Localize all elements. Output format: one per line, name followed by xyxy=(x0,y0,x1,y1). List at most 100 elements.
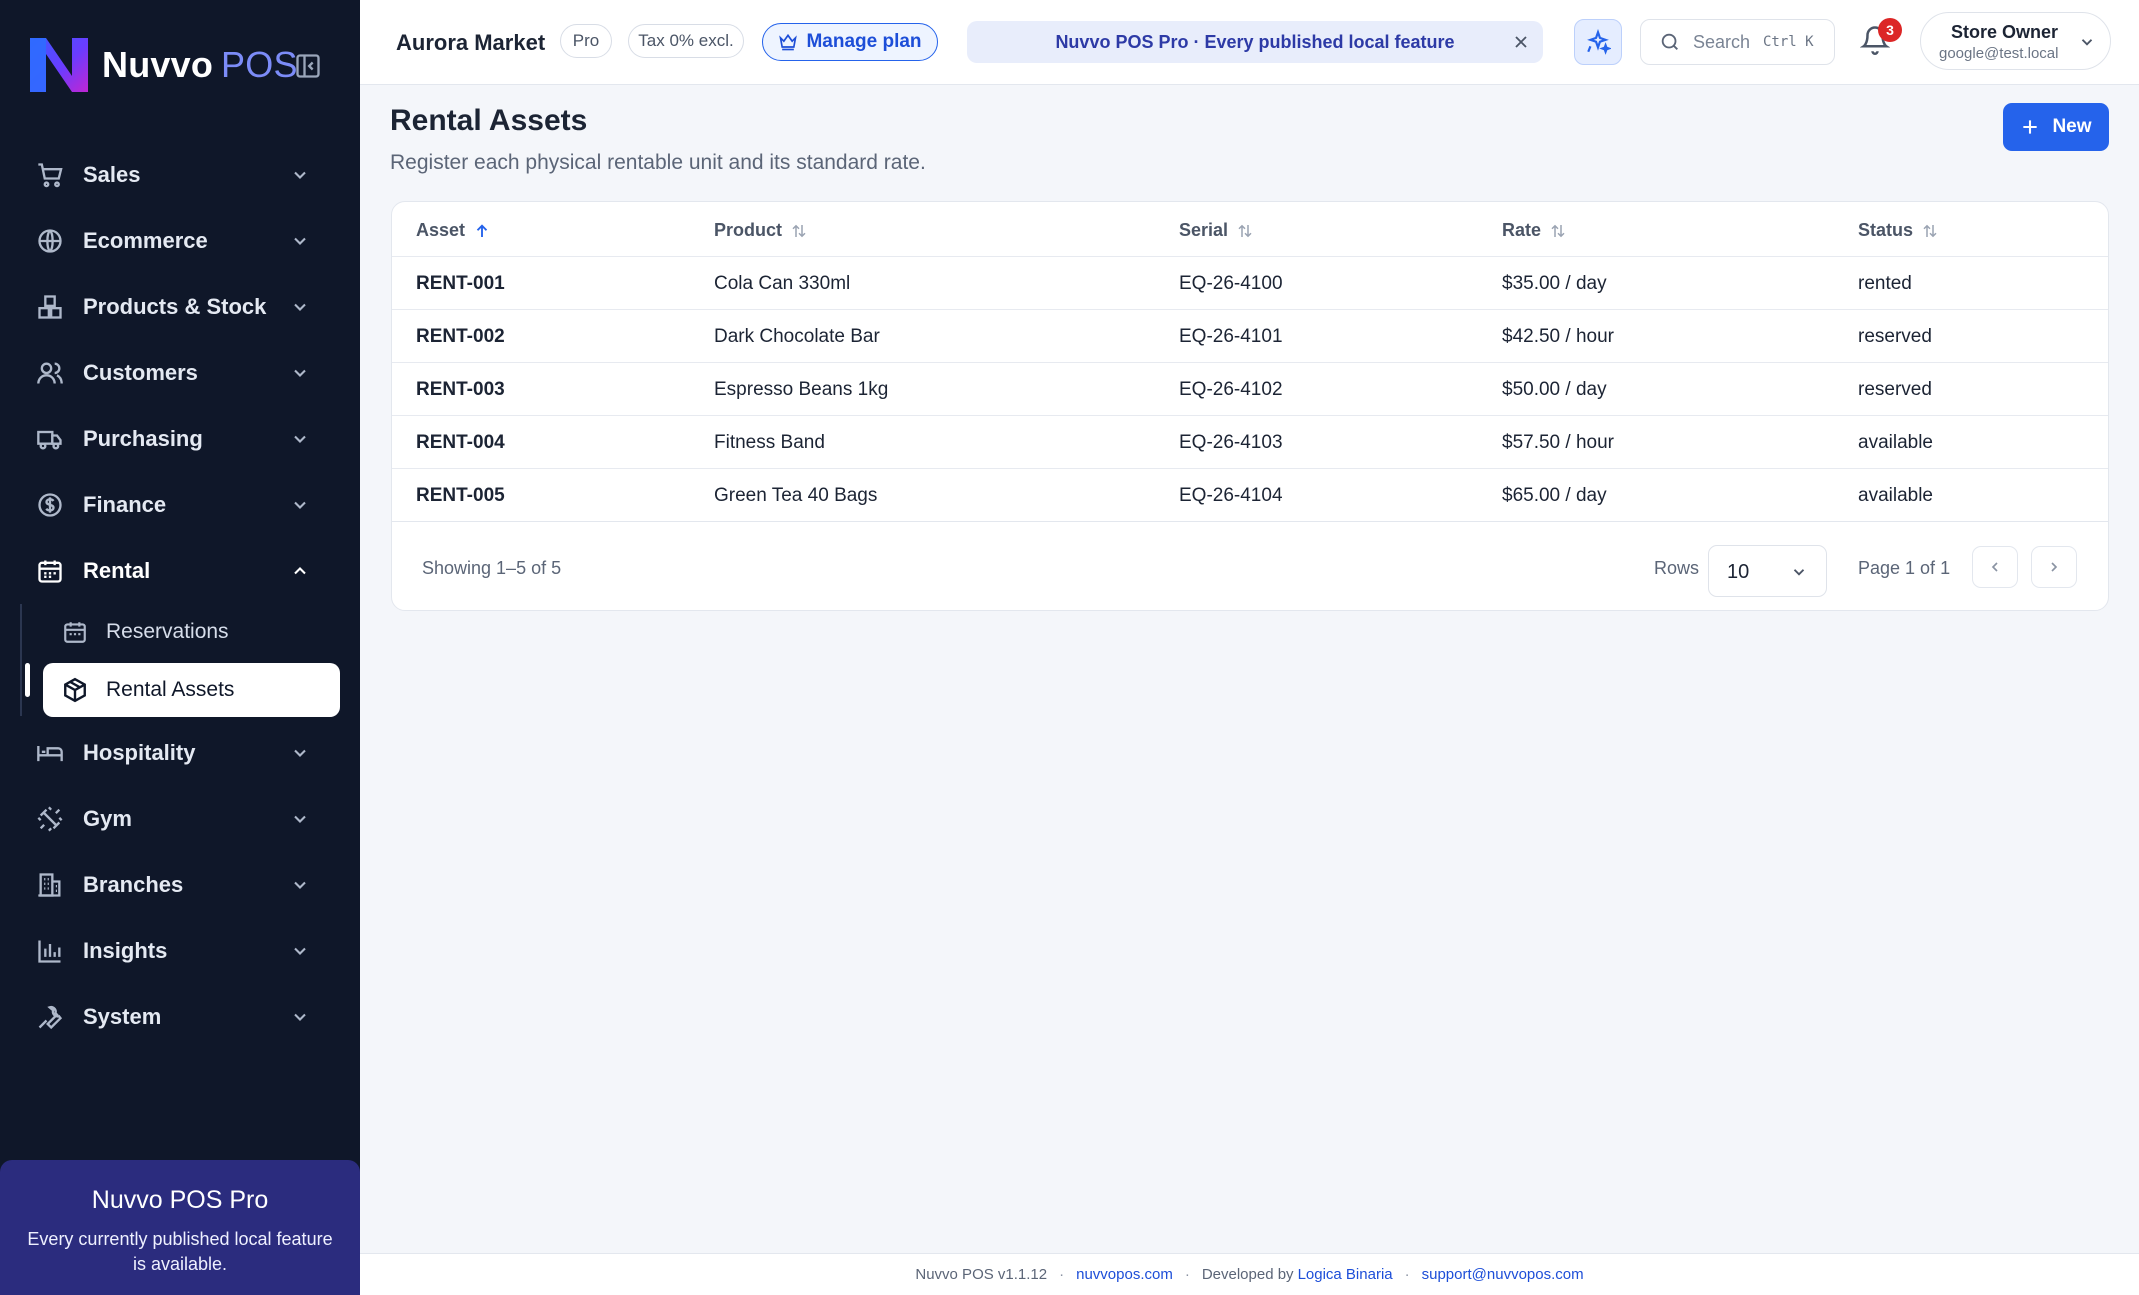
footer-separator: · xyxy=(1184,1266,1190,1283)
sort-icon xyxy=(1551,224,1565,237)
sort-icon xyxy=(792,224,806,237)
column-header-product[interactable]: Product xyxy=(714,220,808,241)
website-link[interactable]: nuvvopos.com xyxy=(1076,1266,1173,1283)
brand-logo[interactable]: Nuvvo POS xyxy=(26,30,298,100)
sidebar-item-gym[interactable]: Gym xyxy=(20,786,340,852)
table-pagination: Showing 1–5 of 5 Rows 10 Page 1 of 1 xyxy=(392,522,2108,612)
truck-icon xyxy=(37,430,62,450)
chevron-down-icon xyxy=(294,947,306,955)
column-header-asset[interactable]: Asset xyxy=(416,220,491,241)
chevron-down-icon xyxy=(294,1013,306,1021)
rows-per-page-value: 10 xyxy=(1727,561,1750,583)
store-name[interactable]: Aurora Market xyxy=(396,30,545,56)
crown-icon xyxy=(779,33,798,51)
chevron-down-icon xyxy=(2081,39,2093,46)
sidebar: Nuvvo POS Sales Ecommerce Products & Stoc… xyxy=(0,0,360,1295)
brand-name: Nuvvo POS xyxy=(102,44,298,85)
sidebar-item-ecommerce[interactable]: Ecommerce xyxy=(20,208,340,274)
user-email: google@test.local xyxy=(1939,45,2059,62)
chevron-down-icon xyxy=(294,881,306,889)
top-bar: Aurora Market Pro Tax 0% excl. Manage pl… xyxy=(360,0,2139,85)
dollar-circle-icon xyxy=(38,493,62,517)
ai-assistant-button[interactable] xyxy=(1574,19,1622,65)
promo-text: Every currently published local feature … xyxy=(27,1229,333,1274)
cell-asset: RENT-004 xyxy=(416,432,505,453)
cell-serial: EQ-26-4103 xyxy=(1179,432,1283,453)
cell-serial: EQ-26-4104 xyxy=(1179,485,1283,506)
package-icon xyxy=(64,677,86,703)
table-row[interactable]: RENT-005 Green Tea 40 Bags EQ-26-4104 $6… xyxy=(392,469,2108,522)
support-email-link[interactable]: support@nuvvopos.com xyxy=(1422,1266,1584,1283)
calendar-icon xyxy=(38,560,62,583)
developer-prefix: Developed by xyxy=(1201,1266,1294,1283)
table-body: RENT-001 Cola Can 330ml EQ-26-4100 $35.0… xyxy=(392,257,2108,522)
table-row[interactable]: RENT-001 Cola Can 330ml EQ-26-4100 $35.0… xyxy=(392,257,2108,310)
announcement-banner: Nuvvo POS Pro · Every published local fe… xyxy=(967,21,1543,63)
cell-asset: RENT-005 xyxy=(416,485,505,506)
sparkles-icon xyxy=(1587,29,1611,55)
table-row[interactable]: RENT-003 Espresso Beans 1kg EQ-26-4102 $… xyxy=(392,363,2108,416)
next-page-button[interactable] xyxy=(2031,546,2077,588)
sidebar-item-rental-assets[interactable]: Rental Assets xyxy=(43,663,340,717)
column-header-status[interactable]: Status xyxy=(1858,220,1939,241)
collapse-sidebar-icon[interactable] xyxy=(294,52,322,80)
chevron-down-icon xyxy=(294,435,306,443)
manage-plan-button[interactable]: Manage plan xyxy=(762,23,938,61)
column-header-serial[interactable]: Serial xyxy=(1179,220,1254,241)
sidebar-item-hospitality[interactable]: Hospitality xyxy=(20,720,340,786)
cell-rate: $57.50 / hour xyxy=(1502,432,1614,453)
globe-icon xyxy=(38,229,62,253)
boxes-icon xyxy=(38,295,62,319)
chevron-down-icon xyxy=(294,749,306,757)
calendar-icon xyxy=(64,622,86,643)
search-icon xyxy=(1661,33,1678,50)
sidebar-item-branches[interactable]: Branches xyxy=(20,852,340,918)
chevron-down-icon xyxy=(1793,569,1805,576)
sidebar-item-purchasing[interactable]: Purchasing xyxy=(20,406,340,472)
new-asset-button[interactable]: New xyxy=(2003,103,2109,151)
rows-per-page-select[interactable]: 10 xyxy=(1708,545,1827,597)
cell-status: available xyxy=(1858,432,1933,453)
close-icon[interactable] xyxy=(1511,32,1531,52)
footer-separator: · xyxy=(1404,1266,1410,1283)
app-footer: Nuvvo POS v1.1.12 · nuvvopos.com · Devel… xyxy=(360,1253,2139,1295)
cell-product: Green Tea 40 Bags xyxy=(714,485,878,506)
search-shortcut: Ctrl K xyxy=(1763,34,1814,50)
chevron-down-icon xyxy=(294,501,306,509)
bar-chart-icon xyxy=(38,940,61,963)
sidebar-item-rental[interactable]: Rental xyxy=(20,538,340,604)
sidebar-item-reservations[interactable]: Reservations xyxy=(20,604,340,660)
sidebar-item-insights[interactable]: Insights xyxy=(20,918,340,984)
sidebar-item-products-stock[interactable]: Products & Stock xyxy=(20,274,340,340)
dumbbell-icon xyxy=(37,806,63,832)
chevron-down-icon xyxy=(294,815,306,823)
sidebar-item-sales[interactable]: Sales xyxy=(20,142,340,208)
chevron-down-icon xyxy=(294,303,306,311)
previous-page-button[interactable] xyxy=(1972,546,2018,588)
table-row[interactable]: RENT-004 Fitness Band EQ-26-4103 $57.50 … xyxy=(392,416,2108,469)
rental-assets-table-card: Asset Product Serial Rate Status RENT-00… xyxy=(391,201,2109,611)
notification-count-badge: 3 xyxy=(1878,18,1902,42)
cell-rate: $50.00 / day xyxy=(1502,379,1607,400)
cell-product: Dark Chocolate Bar xyxy=(714,326,880,347)
chevron-right-icon xyxy=(2051,562,2058,572)
chevron-left-icon xyxy=(1991,562,1998,572)
sidebar-item-system[interactable]: System xyxy=(20,984,340,1050)
search-input[interactable] xyxy=(1693,31,1759,53)
announcement-text: Nuvvo POS Pro · Every published local fe… xyxy=(1055,31,1455,52)
global-search[interactable]: Ctrl K xyxy=(1640,19,1835,65)
users-icon xyxy=(37,362,63,384)
app-version: Nuvvo POS v1.1.12 xyxy=(915,1266,1048,1283)
showing-count: Showing 1–5 of 5 xyxy=(422,558,562,578)
sidebar-item-customers[interactable]: Customers xyxy=(20,340,340,406)
user-menu[interactable]: Store Owner google@test.local xyxy=(1920,12,2111,70)
page-info: Page 1 of 1 xyxy=(1858,558,1951,578)
sidebar-item-finance[interactable]: Finance xyxy=(20,472,340,538)
table-row[interactable]: RENT-002 Dark Chocolate Bar EQ-26-4101 $… xyxy=(392,310,2108,363)
developer-link[interactable]: Logica Binaria xyxy=(1298,1266,1393,1283)
page-title: Rental Assets xyxy=(390,104,588,137)
rental-subnav: Reservations Rental Assets xyxy=(20,604,340,717)
table-header: Asset Product Serial Rate Status xyxy=(392,202,2108,257)
column-header-rate[interactable]: Rate xyxy=(1502,220,1567,241)
cell-asset: RENT-003 xyxy=(416,379,505,400)
